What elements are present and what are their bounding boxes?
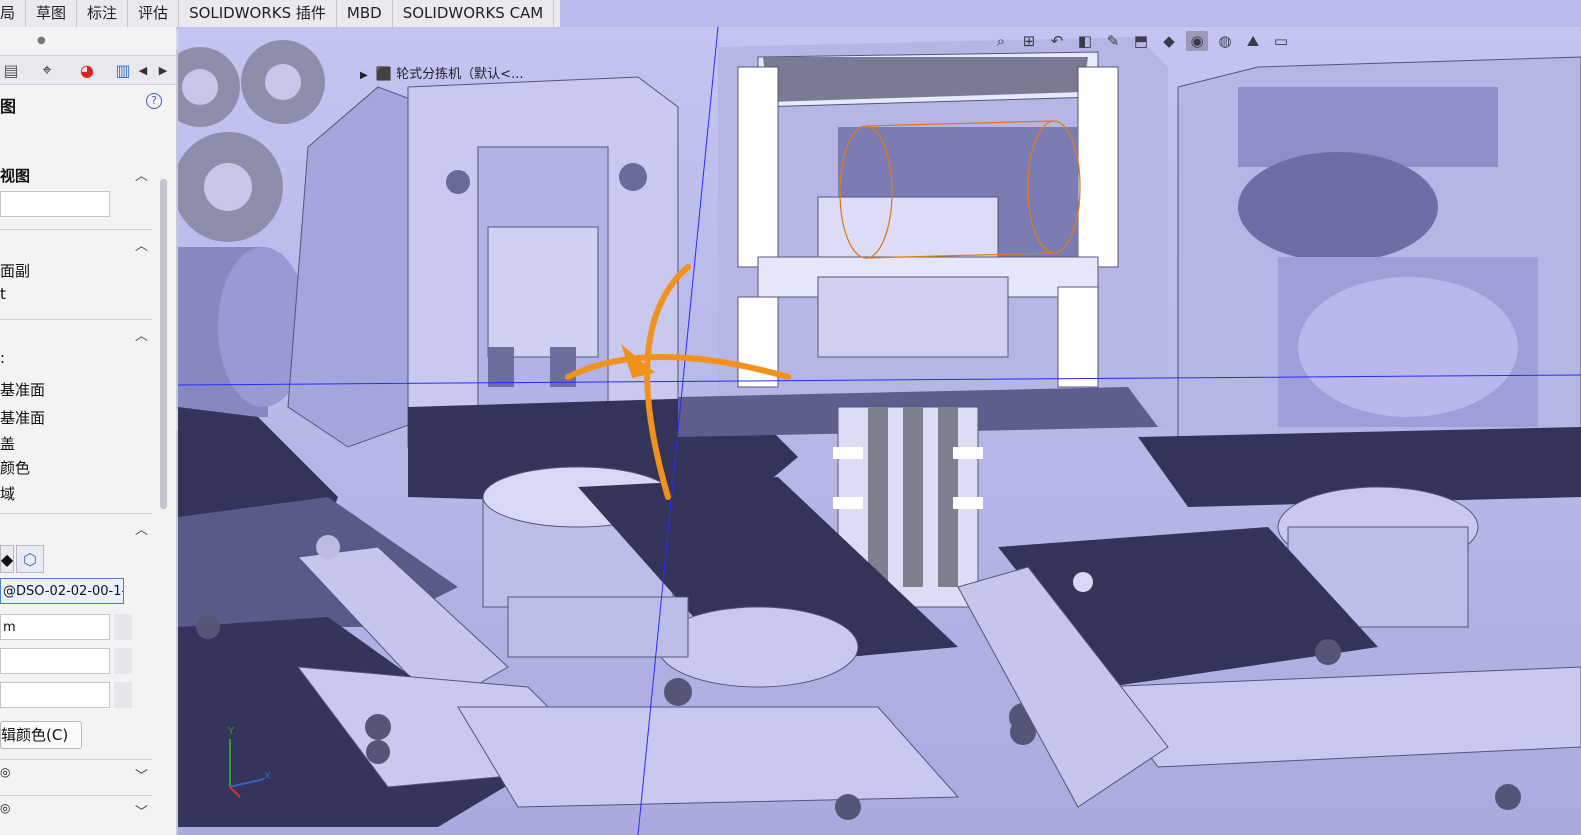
dynamic-annotation-icon[interactable]: ✎ (1102, 31, 1124, 51)
tab-annotation[interactable]: 标注 (77, 0, 129, 27)
panel-scrollbar[interactable] (160, 179, 167, 509)
feature-manager-icon[interactable]: ▤ (0, 60, 22, 80)
zoom-area-icon[interactable]: ⊞ (1018, 31, 1040, 51)
divider (0, 229, 152, 230)
svg-text:X: X (264, 771, 271, 782)
divider (0, 513, 152, 514)
tab-solidworks-addins[interactable]: SOLIDWORKS 插件 (179, 0, 337, 27)
tab-sketch[interactable]: 草图 (26, 0, 78, 27)
manager-tabs-row: ▤ ⌖ ◕ ▥ ◀ ▶ (0, 55, 176, 85)
property-manager-panel: ● ▤ ⌖ ◕ ▥ ◀ ▶ 图 ? 视图 ︿ ︿ 面副 t ︿ : 基准面 基准… (0, 27, 178, 835)
section-view-icon[interactable]: ◧ (1074, 31, 1096, 51)
chevron-up-icon[interactable]: ︿ (135, 325, 148, 344)
selection-list-field[interactable]: @DSO-02-02-00-1-1/I (0, 578, 124, 604)
option-item[interactable]: 颜色 (0, 457, 30, 478)
property-manager-icon[interactable]: ⌖ (36, 60, 58, 80)
spin-control[interactable] (114, 682, 132, 708)
apply-scene-icon[interactable]: ⛰ (1242, 31, 1264, 51)
heads-up-view-toolbar: ⌕ ⊞ ↶ ◧ ✎ ⬒ ◆ ◉ ◍ ⛰ ▭ (990, 27, 1292, 54)
divider (0, 759, 152, 760)
tab-layout[interactable]: 局 (0, 0, 27, 27)
select-body-icon[interactable]: ⬡ (16, 545, 44, 573)
tab-solidworks-cam[interactable]: SOLIDWORKS CAM (393, 0, 555, 27)
expand-arrow-icon[interactable]: ▶ (360, 70, 368, 81)
option-item[interactable]: 面副 (0, 260, 30, 281)
view-orientation-icon[interactable]: ⬒ (1130, 31, 1152, 51)
divider (0, 795, 152, 796)
parameter-field-2[interactable] (0, 648, 110, 674)
collapsed-section-icon[interactable]: ◎ (0, 801, 10, 815)
assembly-icon: ⬛ (375, 67, 393, 82)
divider (0, 319, 152, 320)
select-face-icon[interactable]: ◆ (0, 545, 14, 573)
display-manager-icon[interactable]: ▥ (112, 60, 134, 80)
collapsed-section-icon[interactable]: ◎ (0, 765, 10, 779)
help-icon[interactable]: ? (146, 93, 162, 109)
tab-mbd[interactable]: MBD (337, 0, 393, 27)
command-manager-tabs: 局 草图 标注 评估 SOLIDWORKS 插件 MBD SOLIDWORKS … (0, 0, 560, 28)
chevron-up-icon[interactable]: ︿ (135, 519, 148, 538)
section-view-label: 视图 (0, 167, 31, 185)
option-item[interactable]: 盖 (0, 433, 15, 454)
cad-model-render: Y X (178, 27, 1581, 835)
chevron-down-icon[interactable]: ﹀ (135, 765, 148, 784)
view-settings-icon[interactable]: ▭ (1270, 31, 1292, 51)
splitter-dot[interactable]: ● (37, 35, 46, 46)
previous-view-icon[interactable]: ↶ (1046, 31, 1068, 51)
option-item[interactable]: 域 (0, 483, 15, 504)
svg-text:Y: Y (227, 726, 235, 737)
option-item[interactable]: 基准面 (0, 379, 45, 400)
spin-control[interactable] (114, 648, 132, 674)
option-item[interactable]: 基准面 (0, 407, 45, 428)
spin-control[interactable] (114, 614, 132, 640)
tab-evaluate[interactable]: 评估 (128, 0, 180, 27)
edit-color-button[interactable]: 辑颜色(C) (0, 721, 82, 749)
feature-tree-root[interactable]: ▶ ⬛ 轮式分拣机（默认<... (360, 63, 523, 82)
zoom-to-fit-icon[interactable]: ⌕ (990, 31, 1012, 51)
display-style-icon[interactable]: ◆ (1158, 31, 1180, 51)
graphics-viewport[interactable]: Y X ⌕ ⊞ ↶ ◧ ✎ ⬒ ◆ ◉ ◍ ⛰ ▭ ▶ ⬛ 轮式分拣机（默认<.… (178, 27, 1581, 835)
chevron-down-icon[interactable]: ﹀ (135, 801, 148, 820)
assembly-name-label: 轮式分拣机（默认<... (396, 67, 524, 82)
parameter-field-3[interactable] (0, 682, 110, 708)
option-item[interactable]: t (0, 285, 6, 303)
appearance-manager-icon[interactable]: ◕ (76, 60, 98, 80)
tab-scroll-left-icon[interactable]: ◀ (132, 60, 154, 80)
hide-show-items-icon[interactable]: ◉ (1186, 30, 1208, 51)
chevron-up-icon[interactable]: ︿ (135, 165, 148, 184)
view-name-field[interactable] (0, 191, 110, 217)
tab-scroll-right-icon[interactable]: ▶ (152, 60, 174, 80)
parameter-field-1[interactable]: m (0, 614, 110, 640)
chevron-up-icon[interactable]: ︿ (135, 235, 148, 254)
panel-title: 图 (0, 97, 17, 116)
option-item[interactable]: : (0, 349, 5, 367)
edit-appearance-icon[interactable]: ◍ (1214, 31, 1236, 51)
